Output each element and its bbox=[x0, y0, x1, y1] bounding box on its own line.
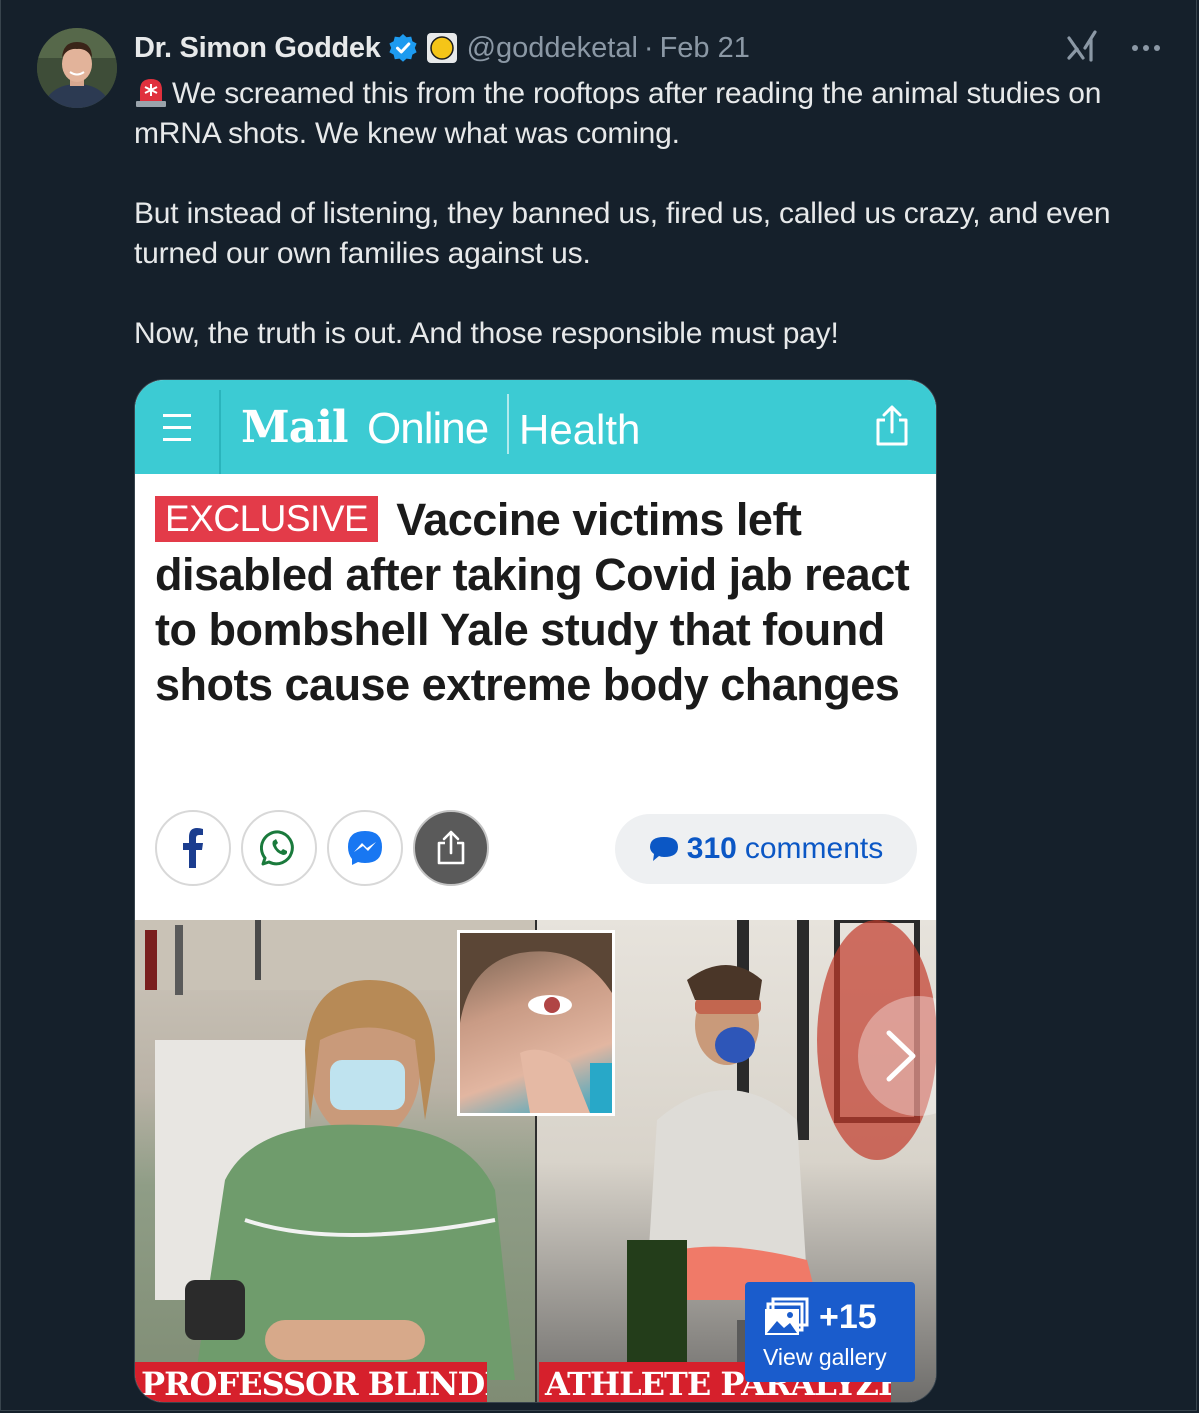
share-icon bbox=[876, 405, 908, 446]
verified-badge-icon bbox=[388, 34, 417, 62]
caption-professor: PROFESSOR BLINDED bbox=[135, 1362, 487, 1402]
messenger-share-icon bbox=[327, 810, 403, 886]
exclusive-badge: EXCLUSIVE bbox=[155, 496, 379, 542]
comments-count: 310 bbox=[686, 832, 737, 865]
embedded-image-card[interactable]: Mail Online Health EXCLUSIVE Vaccine vict… bbox=[134, 379, 937, 1403]
more-share-icon bbox=[413, 810, 489, 886]
comments-button: 310 comments bbox=[615, 814, 917, 884]
tweet-paragraph: Now, the truth is out. And those respons… bbox=[134, 317, 839, 350]
comment-bubble-icon bbox=[649, 837, 678, 861]
grok-icon[interactable] bbox=[1066, 28, 1100, 68]
separator: · bbox=[643, 31, 654, 64]
section-label: Health bbox=[519, 406, 641, 453]
gallery-label: View gallery bbox=[763, 1344, 887, 1370]
whatsapp-share-icon bbox=[241, 810, 317, 886]
tweet-paragraph-text: We screamed this from the rooftops after… bbox=[134, 77, 1102, 150]
tweet-date[interactable]: Feb 21 bbox=[660, 32, 750, 65]
author-handle[interactable]: @goddeketal bbox=[467, 32, 638, 65]
tweet-header: Dr. Simon Goddek @goddeketal · Feb 21 bbox=[134, 28, 1166, 68]
tweet-text: We screamed this from the rooftops after… bbox=[134, 74, 1174, 394]
share-row: 310 comments bbox=[155, 810, 925, 890]
siren-icon bbox=[136, 79, 166, 107]
author-name[interactable]: Dr. Simon Goddek bbox=[134, 32, 381, 65]
article-headline: EXCLUSIVE Vaccine victims left disabled a… bbox=[155, 492, 915, 712]
more-options-icon[interactable] bbox=[1126, 28, 1166, 68]
tweet-paragraph: But instead of listening, they banned us… bbox=[134, 197, 1111, 270]
gallery-count: +15 bbox=[819, 1297, 877, 1336]
online-logo: Online bbox=[367, 404, 489, 453]
affiliate-badge-icon[interactable] bbox=[426, 33, 457, 63]
mail-logo: Mail bbox=[241, 402, 349, 453]
menu-icon bbox=[163, 414, 191, 441]
author-avatar[interactable] bbox=[37, 28, 117, 108]
facebook-share-icon bbox=[155, 810, 231, 886]
article-photo-gallery: PROFESSOR BLINDED ATHLETE PARALYZED +15 … bbox=[135, 920, 936, 1402]
header-divider bbox=[219, 390, 221, 474]
tweet-container: Dr. Simon Goddek @goddeketal · Feb 21 We… bbox=[0, 0, 1197, 1411]
gallery-icon bbox=[765, 1297, 809, 1335]
comments-label: comments bbox=[744, 832, 884, 865]
tweet-paragraph: We screamed this from the rooftops after… bbox=[134, 74, 1174, 154]
mailonline-header: Mail Online Health bbox=[135, 380, 936, 474]
inset-eye-photo bbox=[457, 930, 615, 1116]
header-divider bbox=[507, 394, 509, 454]
view-gallery-button: +15 View gallery bbox=[745, 1282, 915, 1382]
